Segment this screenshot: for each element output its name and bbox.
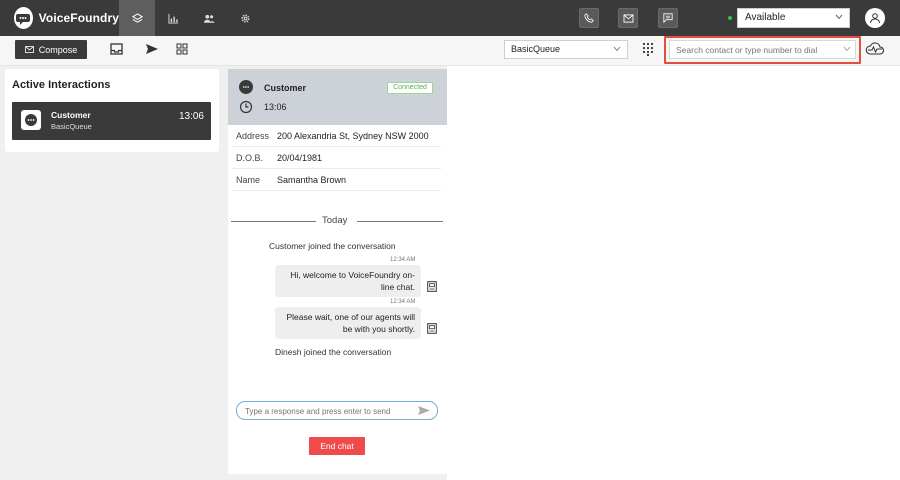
message-text: Please wait, one of our agents will (286, 312, 415, 322)
app-name: VoiceFoundry (38, 11, 119, 25)
compose-button[interactable]: Compose (15, 40, 87, 59)
active-interactions-title: Active Interactions (12, 79, 111, 91)
info-value: Samantha Brown (277, 175, 347, 185)
queue-value: BasicQueue (511, 44, 561, 54)
interaction-time: 13:06 (178, 111, 204, 122)
info-value: 200 Alexandria St, Sydney NSW 2000 (277, 131, 429, 141)
chevron-down-icon (843, 46, 851, 52)
date-divider-label: Today (322, 215, 348, 226)
user-avatar-icon (870, 13, 880, 24)
clock-icon (239, 100, 253, 114)
user-profile-button[interactable] (865, 8, 885, 28)
cloud-pulse-icon (865, 42, 885, 55)
send-icon[interactable] (417, 405, 431, 416)
chevron-down-icon (835, 14, 843, 20)
gear-icon (240, 13, 250, 23)
conversation-panel: Customer Connected 13:06 Address 200 Ale… (228, 69, 447, 474)
queue-select[interactable]: BasicQueue (504, 40, 628, 59)
apps-grid-button[interactable] (175, 42, 189, 56)
chat-bubble-icon (239, 80, 253, 94)
inbox-icon (109, 43, 123, 55)
contact-info-row: Address 200 Alexandria St, Sydney NSW 20… (232, 125, 441, 147)
interaction-queue: BasicQueue (51, 122, 92, 131)
chat-icon (663, 13, 673, 23)
reply-composer (236, 401, 438, 420)
divider-line (357, 221, 443, 222)
active-interactions-panel: Active Interactions Customer BasicQueue … (5, 69, 219, 152)
contact-info-row: Name Samantha Brown (232, 169, 441, 191)
conversation-header: Customer Connected 13:06 (228, 69, 447, 125)
divider-line (231, 221, 316, 222)
chat-channel-icon (21, 110, 41, 130)
contact-search-input[interactable] (669, 40, 856, 59)
nav-tab-contacts[interactable] (191, 0, 227, 36)
grid-icon (176, 43, 188, 55)
conversation-duration: 13:06 (264, 102, 287, 112)
bar-chart-icon (167, 13, 178, 24)
outbound-button[interactable] (145, 42, 159, 56)
bot-icon (427, 323, 437, 334)
app-logo[interactable]: VoiceFoundry (0, 0, 119, 36)
phone-icon (584, 13, 594, 23)
send-icon (146, 44, 158, 54)
message-text: be with you shortly. (342, 324, 415, 334)
interaction-contact-name: Customer (51, 110, 91, 120)
agent-status-value: Available (745, 12, 786, 23)
phone-button[interactable] (579, 8, 599, 28)
message-timestamp: 12:34 AM (390, 299, 416, 305)
status-indicator-dot (728, 16, 732, 20)
voicefoundry-logo-icon (14, 7, 33, 29)
info-label: D.O.B. (236, 153, 264, 163)
bot-icon (427, 281, 437, 292)
dialpad-icon (642, 42, 654, 57)
cloud-status-button[interactable] (865, 41, 885, 62)
message-text: Hi, welcome to VoiceFoundry on- (290, 270, 415, 280)
top-navigation-bar: VoiceFoundry Available (0, 0, 900, 36)
compose-label: Compose (38, 44, 78, 55)
email-button[interactable] (618, 8, 638, 28)
interaction-card[interactable]: Customer BasicQueue 13:06 (12, 102, 211, 140)
message-timestamp: 12:34 AM (390, 257, 416, 263)
system-message: Customer joined the conversation (269, 241, 396, 251)
inbox-button[interactable] (109, 42, 123, 56)
chat-message-bubble: Please wait, one of our agents will be w… (275, 307, 421, 339)
conversation-contact-name: Customer (264, 83, 307, 93)
chat-button[interactable] (658, 8, 678, 28)
contact-info-row: D.O.B. 20/04/1981 (232, 147, 441, 169)
layers-icon (131, 12, 143, 23)
info-label: Address (236, 131, 270, 141)
reply-input[interactable] (245, 405, 413, 417)
chat-message-bubble: Hi, welcome to VoiceFoundry on- line cha… (275, 265, 421, 297)
mail-icon (24, 46, 34, 53)
agent-status-select[interactable]: Available (737, 8, 850, 28)
users-icon (203, 14, 215, 23)
system-message: Dinesh joined the conversation (275, 347, 392, 357)
nav-tab-settings[interactable] (227, 0, 263, 36)
info-label: Name (236, 175, 261, 185)
dialpad-button[interactable] (642, 42, 654, 61)
end-chat-button[interactable]: End chat (309, 437, 365, 455)
nav-tab-interactions[interactable] (119, 0, 155, 36)
nav-tab-reports[interactable] (155, 0, 191, 36)
mail-icon (623, 13, 633, 23)
status-badge: Connected (387, 82, 433, 94)
info-value: 20/04/1981 (277, 153, 323, 163)
workspace-area (447, 66, 900, 480)
message-text: line chat. (380, 282, 415, 292)
chevron-down-icon (613, 46, 621, 52)
